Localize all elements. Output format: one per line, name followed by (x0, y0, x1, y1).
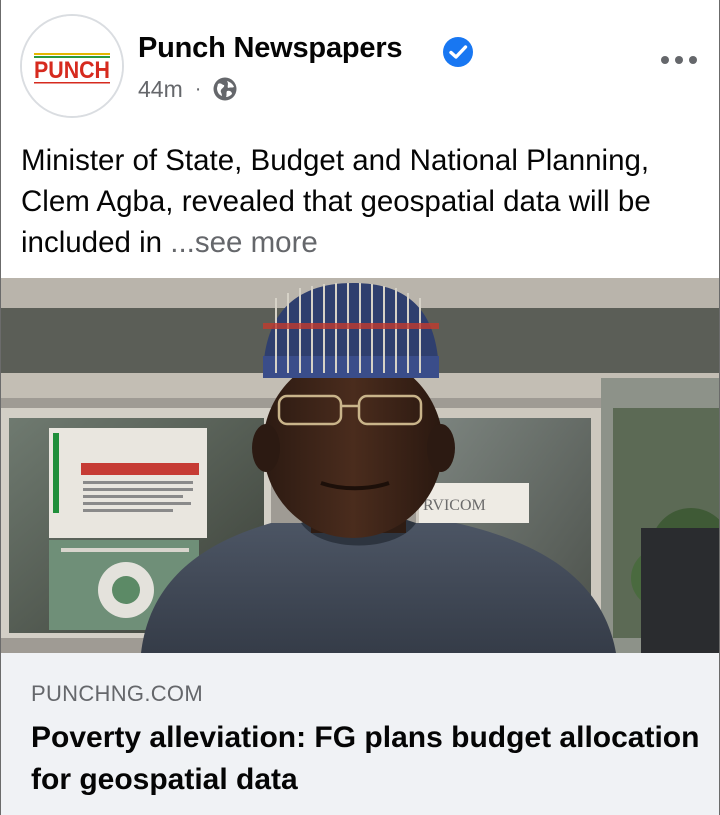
more-options-icon[interactable] (659, 50, 699, 70)
see-more-link[interactable]: ...see more (170, 226, 318, 259)
post-photo[interactable]: RVICOM (1, 278, 719, 653)
globe-icon[interactable] (212, 76, 238, 102)
verified-badge-icon (443, 37, 473, 67)
page-avatar[interactable]: PUNCH (20, 14, 124, 118)
post-meta: 44m · (138, 74, 238, 104)
avatar-logo-text: PUNCH (34, 57, 110, 84)
post-header: PUNCH Punch Newspapers 44m · (1, 0, 719, 128)
photo-sign-text: RVICOM (423, 497, 486, 514)
link-title[interactable]: Poverty alleviation: FG plans budget all… (31, 717, 701, 801)
post-message: Minister of State, Budget and National P… (21, 140, 705, 263)
link-domain: PUNCHNG.COM (31, 681, 203, 706)
photo-illustration: RVICOM (1, 278, 719, 653)
facebook-post: PUNCH Punch Newspapers 44m · Minister of… (0, 0, 720, 815)
link-preview-card[interactable]: PUNCHNG.COM Poverty alleviation: FG plan… (1, 653, 719, 815)
post-timestamp[interactable]: 44m (138, 76, 183, 103)
meta-separator: · (194, 77, 202, 100)
page-name-link[interactable]: Punch Newspapers (138, 32, 403, 65)
post-message-text: Minister of State, Budget and National P… (21, 144, 651, 259)
punch-logo: PUNCH (22, 16, 122, 116)
